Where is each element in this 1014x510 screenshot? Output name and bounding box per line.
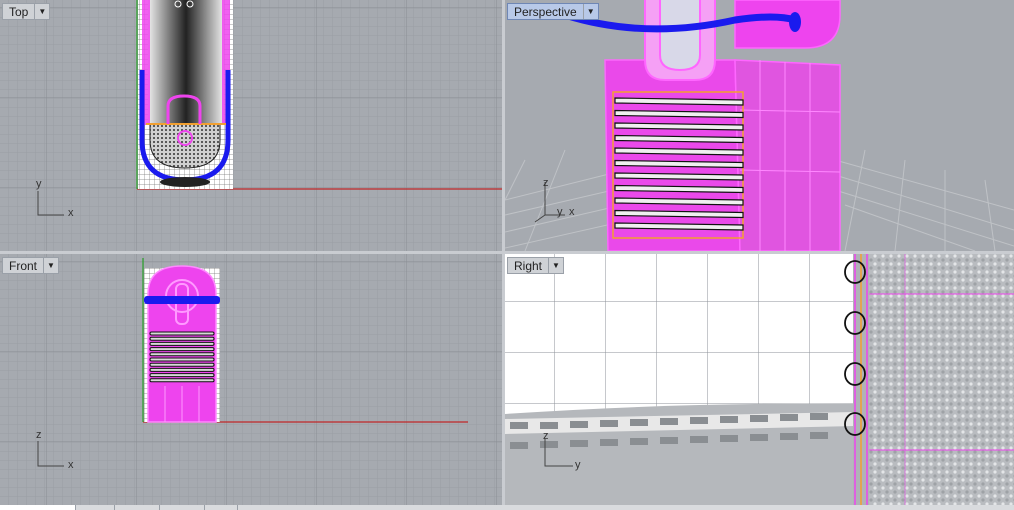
front-viewport-canvas (0, 254, 502, 505)
top-axis-x-label: x (68, 207, 74, 219)
viewport-tab-top[interactable]: Top ▼ (2, 3, 51, 20)
top-viewport-canvas (0, 0, 502, 251)
right-axis-y-label: y (575, 459, 581, 471)
perspective-viewport-canvas (505, 0, 1014, 251)
viewport-tab-label: Front (9, 258, 38, 273)
chevron-down-icon[interactable]: ▼ (582, 4, 598, 19)
bottom-tab-strip (0, 505, 1014, 510)
right-viewport-canvas (505, 254, 1014, 505)
viewport-top[interactable]: y x Top ▼ (0, 0, 502, 251)
chevron-down-icon[interactable]: ▼ (548, 258, 563, 273)
bottom-tab[interactable] (0, 505, 76, 510)
top-axis-y-label: y (36, 178, 42, 190)
viewport-perspective[interactable]: z y x Perspective ▼ (505, 0, 1014, 251)
perspective-axis-x-label: x (569, 206, 575, 218)
viewport-tab-label: Perspective (514, 4, 577, 19)
viewport-tab-perspective[interactable]: Perspective ▼ (507, 3, 599, 20)
viewport-front[interactable]: z x Front ▼ (0, 254, 502, 505)
bottom-tab[interactable] (160, 505, 205, 510)
bottom-tab[interactable] (205, 505, 238, 510)
chevron-down-icon[interactable]: ▼ (43, 258, 58, 273)
front-axis-x-label: x (68, 459, 74, 471)
perspective-axis-y-label: y (557, 206, 563, 218)
perspective-axis-z-label: z (543, 177, 549, 189)
right-axis-z-label: z (543, 430, 549, 442)
viewport-right[interactable]: z y Right ▼ (505, 254, 1014, 505)
bottom-tab[interactable] (76, 505, 115, 510)
bottom-tab[interactable] (115, 505, 160, 510)
viewport-tab-label: Top (9, 4, 29, 19)
chevron-down-icon[interactable]: ▼ (34, 4, 49, 19)
viewport-tab-label: Right (514, 258, 543, 273)
front-axis-z-label: z (36, 429, 42, 441)
viewport-tab-front[interactable]: Front ▼ (2, 257, 60, 274)
viewport-tab-right[interactable]: Right ▼ (507, 257, 565, 274)
